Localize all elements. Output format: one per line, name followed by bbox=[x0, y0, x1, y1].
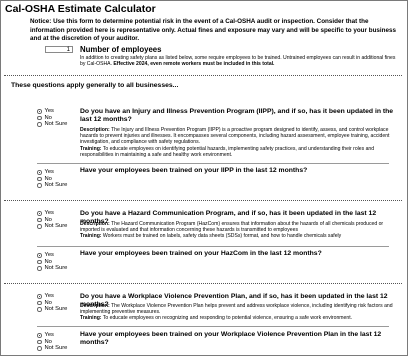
q4-question: Have your employees been trained on your… bbox=[80, 250, 322, 257]
q6-question: Have your employees been trained on your… bbox=[80, 331, 382, 347]
q6-notsure-option[interactable]: Not Sure bbox=[37, 345, 67, 352]
radio-button[interactable] bbox=[37, 109, 42, 114]
q1-question: Do you have an Injury and Illness Preven… bbox=[80, 108, 394, 124]
radio-label: Yes bbox=[44, 169, 54, 176]
radio-label: Yes bbox=[44, 293, 54, 300]
description-text: The Hazard Communication Program (HazCom… bbox=[80, 221, 384, 234]
radio-label: No bbox=[44, 216, 52, 223]
radio-button[interactable] bbox=[37, 183, 42, 188]
radio-button[interactable] bbox=[37, 300, 42, 305]
radio-label: Not Sure bbox=[44, 265, 68, 272]
radio-label: No bbox=[44, 175, 52, 182]
q5-description: Description: The Workplace Violence Prev… bbox=[80, 303, 400, 322]
radio-label: No bbox=[44, 114, 52, 121]
radio-button[interactable] bbox=[37, 266, 42, 271]
radio-button[interactable] bbox=[37, 307, 42, 312]
training-label: Training: bbox=[80, 315, 102, 322]
radio-button[interactable] bbox=[37, 346, 42, 351]
q3-description: Description: The Hazard Communication Pr… bbox=[80, 221, 400, 240]
radio-label: Yes bbox=[44, 252, 54, 259]
radio-label: Not Sure bbox=[44, 121, 68, 128]
question-divider bbox=[37, 163, 389, 164]
training-text: Workers must be trained on labels, safet… bbox=[101, 233, 342, 240]
radio-label: No bbox=[44, 338, 52, 345]
radio-label: Not Sure bbox=[44, 223, 68, 230]
q4-radio-group: Yes No Not Sure bbox=[37, 252, 67, 272]
q4-notsure-option[interactable]: Not Sure bbox=[37, 265, 67, 272]
q1-notsure-option[interactable]: Not Sure bbox=[37, 121, 67, 128]
q1-radio-group: Yes No Not Sure bbox=[37, 108, 67, 128]
radio-label: Yes bbox=[44, 210, 54, 217]
training-text: To educate employees on identifying pote… bbox=[80, 145, 375, 158]
q3-radio-group: Yes No Not Sure bbox=[37, 210, 67, 230]
radio-button[interactable] bbox=[37, 170, 42, 175]
question-divider bbox=[37, 326, 389, 327]
section-divider bbox=[4, 200, 402, 201]
calculator-form: Cal-OSHA Estimate Calculator Notice: Use… bbox=[0, 0, 408, 356]
radio-button[interactable] bbox=[37, 333, 42, 338]
radio-button[interactable] bbox=[37, 294, 42, 299]
radio-label: No bbox=[44, 299, 52, 306]
employee-count-description: In addition to creating safety plans as … bbox=[80, 55, 402, 68]
radio-button[interactable] bbox=[37, 339, 42, 344]
radio-button[interactable] bbox=[37, 224, 42, 229]
q2-question: Have your employees been trained on your… bbox=[80, 167, 308, 174]
training-label: Training: bbox=[80, 145, 102, 152]
section-divider bbox=[4, 75, 402, 76]
q3-notsure-option[interactable]: Not Sure bbox=[37, 223, 67, 230]
q1-description: Description: The Injury and Illness Prev… bbox=[80, 127, 400, 158]
radio-label: Yes bbox=[44, 332, 54, 339]
description-label: Description: bbox=[80, 303, 110, 309]
description-label: Description: bbox=[80, 221, 110, 227]
description-label: Description: bbox=[80, 127, 110, 133]
section-divider bbox=[4, 283, 402, 284]
radio-button[interactable] bbox=[37, 176, 42, 181]
employee-count-label: Number of employees bbox=[80, 45, 162, 54]
employee-count-input[interactable]: 1 bbox=[45, 46, 73, 53]
radio-label: Not Sure bbox=[44, 182, 68, 189]
q2-notsure-option[interactable]: Not Sure bbox=[37, 182, 67, 189]
employee-desc-bold: Effective 2024, even remote workers must… bbox=[113, 61, 275, 68]
q5-radio-group: Yes No Not Sure bbox=[37, 293, 67, 313]
q5-notsure-option[interactable]: Not Sure bbox=[37, 306, 67, 313]
section-label: These questions apply generally to all b… bbox=[11, 82, 179, 89]
question-divider bbox=[37, 246, 389, 247]
description-text: The Injury and Illness Prevention Progra… bbox=[80, 127, 390, 146]
radio-button[interactable] bbox=[37, 211, 42, 216]
description-text: The Workplace Violence Prevention Plan h… bbox=[80, 303, 393, 316]
radio-button[interactable] bbox=[37, 217, 42, 222]
radio-label: Not Sure bbox=[44, 306, 68, 313]
radio-button[interactable] bbox=[37, 253, 42, 258]
training-label: Training: bbox=[80, 233, 102, 240]
training-text: To educate employees on recognizing and … bbox=[101, 315, 353, 322]
radio-label: No bbox=[44, 258, 52, 265]
page-title: Cal-OSHA Estimate Calculator bbox=[5, 3, 156, 15]
q6-radio-group: Yes No Not Sure bbox=[37, 332, 67, 352]
radio-label: Yes bbox=[44, 108, 54, 115]
radio-label: Not Sure bbox=[44, 345, 68, 352]
radio-button[interactable] bbox=[37, 122, 42, 127]
radio-button[interactable] bbox=[37, 115, 42, 120]
notice-text: Notice: Use this form to determine poten… bbox=[30, 18, 397, 42]
radio-button[interactable] bbox=[37, 259, 42, 264]
q2-radio-group: Yes No Not Sure bbox=[37, 169, 67, 189]
